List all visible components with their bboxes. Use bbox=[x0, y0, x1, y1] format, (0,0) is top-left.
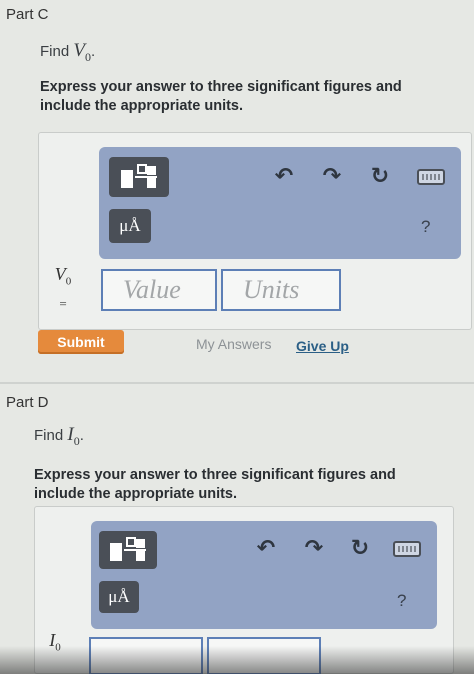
part-c-title: Part C bbox=[6, 6, 49, 23]
section-divider bbox=[0, 382, 474, 384]
my-answers-link[interactable]: My Answers bbox=[196, 336, 271, 352]
value-input[interactable]: Value bbox=[101, 269, 217, 311]
units-button[interactable]: μÅ bbox=[109, 209, 151, 243]
submit-button[interactable]: Submit bbox=[38, 330, 124, 354]
units-input[interactable]: Units bbox=[221, 269, 341, 311]
reset-icon[interactable]: ↻ bbox=[345, 533, 375, 563]
units-input[interactable] bbox=[207, 637, 321, 674]
templates-button[interactable] bbox=[99, 531, 157, 569]
undo-icon[interactable]: ↶ bbox=[251, 533, 281, 563]
value-input[interactable] bbox=[89, 637, 203, 674]
variable-label: V0 = bbox=[54, 264, 72, 311]
templates-button[interactable] bbox=[109, 157, 169, 197]
find-label: Find bbox=[34, 427, 64, 444]
part-d-instruction: Express your answer to three significant… bbox=[34, 467, 396, 502]
part-c-answer-box: μÅ ↶ ↷ ↻ ? V0 = Value Units bbox=[38, 132, 472, 330]
part-d-answer-box: μÅ ↶ ↷ ↻ ? I0 bbox=[34, 506, 454, 674]
redo-icon[interactable]: ↷ bbox=[299, 533, 329, 563]
help-button[interactable]: ? bbox=[397, 591, 406, 611]
find-period: . bbox=[90, 43, 96, 60]
keyboard-icon[interactable] bbox=[393, 541, 421, 557]
give-up-link[interactable]: Give Up bbox=[296, 338, 349, 354]
math-toolbar: μÅ ↶ ↷ ↻ ? bbox=[99, 147, 461, 259]
part-d-section: Part D Find I0. Express your answer to t… bbox=[0, 388, 474, 674]
keyboard-icon[interactable] bbox=[417, 169, 445, 185]
part-c-section: Part C Find V0. Express your answer to t… bbox=[0, 0, 474, 380]
units-button[interactable]: μÅ bbox=[99, 581, 139, 613]
part-d-prompt: Find I0. bbox=[34, 424, 84, 449]
variable-label: I0 bbox=[49, 630, 61, 654]
part-c-instruction: Express your answer to three significant… bbox=[40, 79, 402, 114]
templates-icon bbox=[108, 535, 148, 565]
part-c-prompt: Find V0. bbox=[40, 40, 95, 65]
reset-icon[interactable]: ↻ bbox=[365, 161, 395, 191]
help-button[interactable]: ? bbox=[421, 217, 430, 237]
templates-icon bbox=[119, 162, 159, 192]
undo-icon[interactable]: ↶ bbox=[269, 161, 299, 191]
part-d-title: Part D bbox=[6, 394, 49, 411]
math-toolbar: μÅ ↶ ↷ ↻ ? bbox=[91, 521, 437, 629]
redo-icon[interactable]: ↷ bbox=[317, 161, 347, 191]
find-label: Find bbox=[40, 43, 70, 60]
find-period: . bbox=[79, 427, 84, 444]
find-variable: I0 bbox=[67, 424, 80, 448]
find-variable: V0 bbox=[73, 40, 91, 64]
